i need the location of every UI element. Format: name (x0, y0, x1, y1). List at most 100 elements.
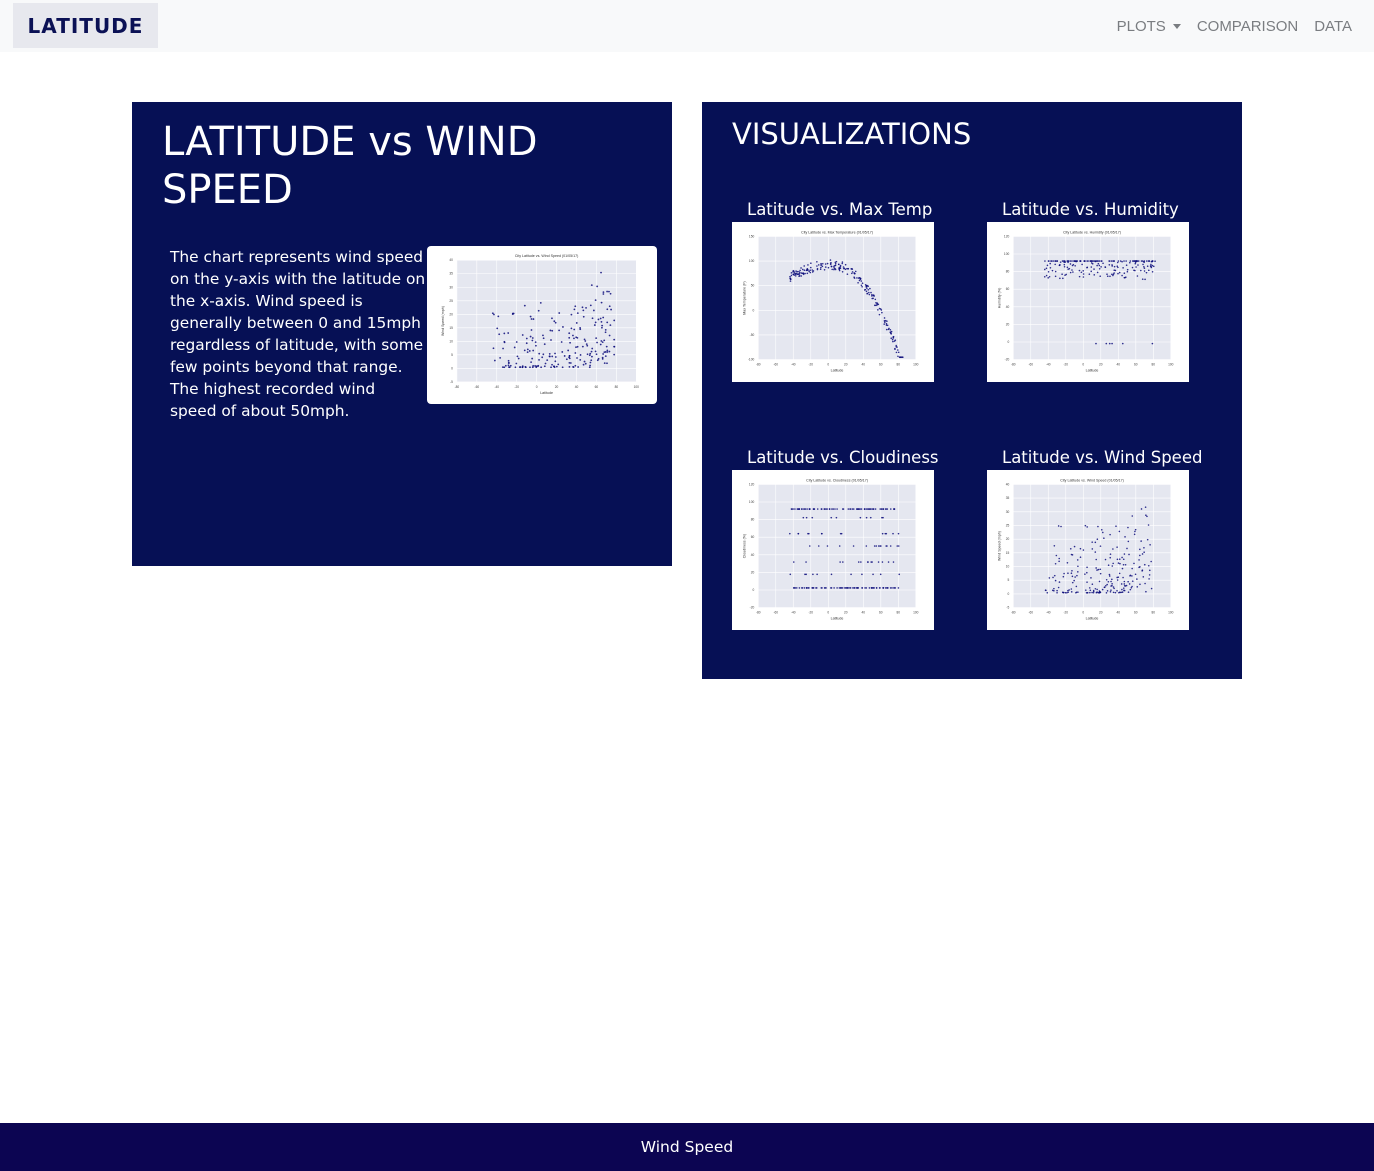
viz-label-max-temp[interactable]: Latitude vs. Max Temp (747, 200, 932, 220)
x-tick-label: 100 (913, 363, 919, 367)
scatter-point (871, 561, 873, 563)
scatter-point (1150, 266, 1153, 269)
nav-comparison-link[interactable]: COMPARISON (1197, 18, 1298, 35)
scatter-point (1143, 267, 1146, 269)
scatter-point (606, 351, 609, 353)
scatter-point (1106, 590, 1109, 592)
scatter-point (583, 338, 586, 341)
scatter-point (793, 270, 795, 273)
scatter-point (856, 508, 859, 510)
main-panel: LATITUDE vs WIND SPEED The chart represe… (132, 102, 672, 566)
scatter-point (857, 281, 859, 284)
scatter-point (1122, 558, 1125, 561)
x-tick-label: -20 (1063, 363, 1068, 367)
x-tick-label: 100 (634, 385, 640, 389)
scatter-point (798, 508, 801, 510)
scatter-point (897, 545, 900, 547)
scatter-point (1054, 263, 1056, 266)
scatter-point (1097, 525, 1099, 528)
scatter-point (817, 545, 820, 547)
scatter-point (553, 366, 556, 369)
scatter-point (1142, 263, 1144, 266)
scatter-point (1081, 263, 1083, 266)
scatter-point (882, 508, 885, 510)
viz-thumb-max-temp[interactable]: -80 -60 -40 -20 0 20 40 60 80 100 150 100 50 0 -50 -100… (732, 222, 934, 382)
scatter-point (1108, 575, 1111, 577)
scatter-point (524, 366, 527, 369)
scatter-point (873, 304, 876, 307)
scatter-point (1059, 277, 1061, 280)
scatter-point (829, 263, 832, 266)
y-tick-label: 5 (451, 353, 453, 357)
scatter-point (1131, 266, 1134, 269)
scatter-point (1119, 591, 1122, 594)
viz-thumb-humidity[interactable]: -80 -60 -40 -20 0 20 40 60 80 100 120 100 80 60 40 20 0 -… (987, 222, 1189, 382)
scatter-point (841, 262, 844, 265)
x-tick-label: 40 (862, 363, 866, 367)
scatter-point (868, 293, 871, 296)
scatter-point (1134, 573, 1137, 576)
viz-thumb-cloudiness[interactable]: -80 -60 -40 -20 0 20 40 60 80 100 120 100 80 60 40 20 0 -… (732, 470, 934, 630)
scatter-point (1086, 526, 1088, 528)
scatter-point (542, 353, 545, 356)
main-chart-svg: -80 -60 -40 -20 0 20 40 60 80 100 40 35 30 25 20 15 10 5 0… (441, 254, 640, 395)
viz-label-cloudiness[interactable]: Latitude vs. Cloudiness (747, 448, 939, 468)
y-tick-label: 120 (749, 482, 755, 486)
scatter-point (798, 275, 800, 277)
y-tick-label: 40 (751, 553, 755, 557)
scatter-point (1092, 260, 1094, 262)
brand-logo-link[interactable]: LATITUDE (13, 3, 158, 48)
plot-area (758, 236, 916, 360)
scatter-point (1112, 591, 1115, 594)
scatter-point (1095, 342, 1097, 345)
scatter-point (1056, 589, 1058, 592)
scatter-point (861, 285, 863, 288)
scatter-point (1121, 342, 1124, 345)
scatter-point (1142, 576, 1145, 578)
scatter-point (517, 357, 520, 360)
scatter-point (553, 320, 556, 323)
scatter-point (1096, 588, 1098, 591)
scatter-point (880, 545, 882, 547)
scatter-point (791, 508, 793, 510)
scatter-point (1117, 562, 1120, 564)
scatter-point (1052, 260, 1055, 262)
scatter-point (889, 328, 892, 331)
scatter-point (601, 341, 604, 344)
viz-thumb-wind-speed[interactable]: -80 -60 -40 -20 0 20 40 60 80 100 40 35 30 25 20 15 10 5 0… (987, 470, 1189, 630)
scatter-point (1122, 563, 1125, 566)
scatter-point (1099, 275, 1102, 277)
viz-label-wind-speed[interactable]: Latitude vs. Wind Speed (1002, 448, 1202, 468)
scatter-point (824, 266, 827, 268)
scatter-point (816, 268, 819, 271)
visualizations-title: VISUALIZATIONS (732, 117, 972, 151)
x-tick-label: 0 (827, 611, 829, 615)
scatter-point (877, 561, 880, 563)
scatter-point (859, 516, 862, 519)
scatter-point (789, 278, 792, 280)
scatter-point (1116, 558, 1119, 561)
scatter-point (574, 305, 577, 308)
viz-label-humidity[interactable]: Latitude vs. Humidity (1002, 200, 1179, 220)
scatter-point (806, 272, 809, 275)
y-tick-label: 0 (451, 366, 453, 370)
scatter-point (881, 311, 883, 314)
scatter-point (1127, 591, 1130, 593)
scatter-point (601, 356, 604, 359)
scatter-point (1145, 271, 1148, 274)
scatter-point (887, 328, 890, 331)
scatter-point (834, 508, 836, 510)
scatter-point (813, 508, 816, 510)
scatter-point (1105, 342, 1108, 345)
scatter-point (892, 335, 895, 338)
nav-data-link[interactable]: DATA (1314, 18, 1352, 35)
scatter-point (801, 508, 803, 510)
y-tick-label: 50 (751, 284, 755, 288)
scatter-point (830, 573, 833, 576)
scatter-point (821, 532, 823, 535)
scatter-point (1090, 266, 1093, 268)
scatter-point (1074, 576, 1076, 578)
nav-plots-dropdown[interactable]: PLOTS (1117, 18, 1181, 35)
scatter-point (896, 545, 899, 547)
scatter-point (790, 274, 793, 277)
